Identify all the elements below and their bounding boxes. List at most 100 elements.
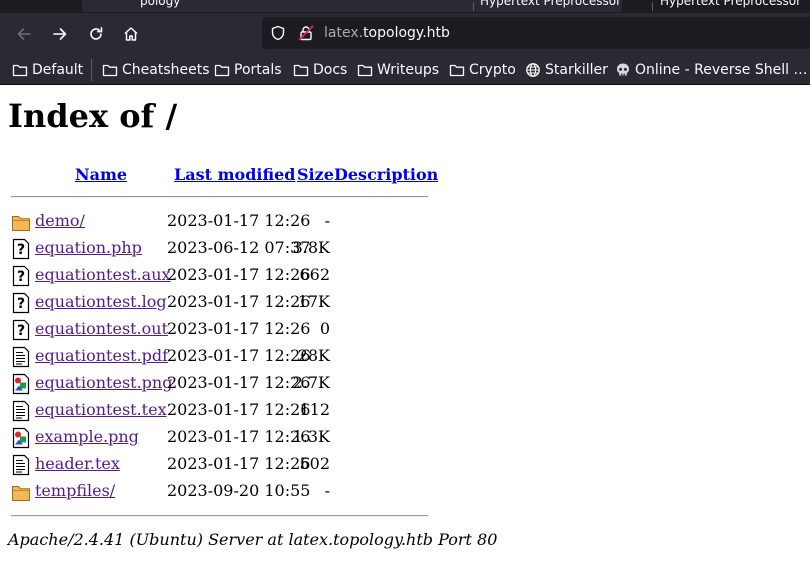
reload-button[interactable]: [84, 22, 108, 46]
table-row: ? equationtest.log 2023-01-17 12:26 17K: [0, 289, 810, 316]
text-file-icon: [11, 346, 31, 368]
column-header-description[interactable]: Description: [334, 165, 438, 185]
file-modified-date: 2023-01-17 12:26: [167, 292, 311, 311]
file-modified-date: 2023-01-17 12:26: [167, 211, 311, 230]
file-size: 28K: [297, 346, 330, 365]
file-link[interactable]: equationtest.out: [35, 319, 168, 339]
file-size: 2.7K: [292, 373, 330, 392]
bookmark-cheatsheets[interactable]: Cheatsheets: [102, 60, 210, 80]
page-content: Index of / Name Last modified Size Descr…: [0, 85, 810, 570]
file-link[interactable]: equationtest.aux: [35, 265, 171, 285]
table-divider-bottom: [11, 515, 428, 517]
bookmark-docs[interactable]: Docs: [293, 60, 347, 80]
reload-icon: [90, 27, 103, 40]
table-row: example.png 2023-01-17 12:26 1.3K: [0, 424, 810, 451]
file-modified-date: 2023-01-17 12:26: [167, 427, 311, 446]
folder-icon: [102, 62, 118, 78]
tab-strip: pology Hypertext Preprocessor Hypertext …: [0, 0, 810, 13]
folder-icon: [12, 62, 28, 78]
unknown-file-icon: ?: [11, 265, 31, 287]
file-link[interactable]: equationtest.log: [35, 292, 167, 312]
column-header-size[interactable]: Size: [297, 165, 334, 185]
bookmark-label: Default: [32, 62, 84, 78]
forward-arrow-icon: [53, 28, 67, 40]
table-row: header.tex 2023-01-17 12:26 502: [0, 451, 810, 478]
file-modified-date: 2023-06-12 07:37: [167, 238, 311, 257]
tab-separator: [652, 2, 653, 11]
text-file-icon: [11, 400, 31, 422]
table-row: equationtest.pdf 2023-01-17 12:26 28K: [0, 343, 810, 370]
tab-separator: [473, 2, 474, 11]
file-modified-date: 2023-01-17 12:26: [167, 400, 311, 419]
server-signature: Apache/2.4.41 (Ubuntu) Server at latex.t…: [8, 530, 498, 549]
folder-icon: [449, 62, 465, 78]
file-link[interactable]: equationtest.png: [35, 373, 172, 393]
file-link[interactable]: equation.php: [35, 238, 142, 258]
navigation-toolbar: latex.topology.htb: [0, 13, 810, 55]
svg-text:?: ?: [17, 323, 25, 339]
text-file-icon: [11, 454, 31, 476]
url-text[interactable]: latex.topology.htb: [324, 23, 450, 43]
folder-icon: [357, 62, 373, 78]
image-file-icon: [11, 427, 31, 449]
bookmark-crypto[interactable]: Crypto: [449, 60, 516, 80]
file-size: 502: [299, 454, 330, 473]
column-header-last-modified[interactable]: Last modified: [174, 165, 295, 185]
forward-button[interactable]: [48, 22, 72, 46]
bookmark-label: Crypto: [469, 62, 516, 78]
table-row: equationtest.tex 2023-01-17 12:26 112: [0, 397, 810, 424]
bookmark-default[interactable]: Default: [12, 60, 83, 80]
bookmark-reverse-shell[interactable]: Online - Reverse Shell …: [615, 60, 807, 80]
file-modified-date: 2023-01-17 12:26: [167, 373, 311, 392]
table-row: ? equation.php 2023-06-12 07:37 3.8K: [0, 235, 810, 262]
bookmark-writeups[interactable]: Writeups: [357, 60, 439, 80]
url-subdomain: latex.: [324, 25, 364, 41]
back-button[interactable]: [12, 22, 36, 46]
table-row: ? equationtest.out 2023-01-17 12:26 0: [0, 316, 810, 343]
bookmark-starkiller[interactable]: Starkiller: [525, 60, 608, 80]
tab-title-fragment[interactable]: Hypertext Preprocessor: [480, 0, 621, 8]
file-modified-date: 2023-01-17 12:26: [167, 265, 311, 284]
address-bar[interactable]: latex.topology.htb: [262, 17, 810, 49]
folder-icon: [293, 62, 309, 78]
svg-text:?: ?: [17, 242, 25, 258]
insecure-lock-icon[interactable]: [298, 25, 314, 41]
tab-title-fragment[interactable]: pology: [140, 0, 180, 8]
bookmark-label: Portals: [234, 62, 282, 78]
bookmark-portals[interactable]: Portals: [214, 60, 282, 80]
file-link[interactable]: example.png: [35, 427, 139, 447]
page-title: Index of /: [8, 97, 178, 135]
file-link[interactable]: equationtest.pdf: [35, 346, 168, 366]
bookmark-label: Writeups: [377, 62, 440, 78]
file-size: 3.8K: [292, 238, 330, 257]
file-size: 17K: [297, 292, 330, 311]
home-icon: [124, 27, 138, 41]
home-button[interactable]: [119, 22, 143, 46]
file-size: -: [324, 211, 330, 230]
folder-icon: [11, 211, 31, 233]
file-link[interactable]: equationtest.tex: [35, 400, 167, 420]
skull-icon: [615, 62, 631, 78]
table-row: equationtest.png 2023-01-17 12:26 2.7K: [0, 370, 810, 397]
file-modified-date: 2023-01-17 12:26: [167, 454, 311, 473]
table-row: ? equationtest.aux 2023-01-17 12:26 662: [0, 262, 810, 289]
file-link[interactable]: tempfiles/: [35, 481, 115, 501]
file-link[interactable]: demo/: [35, 211, 85, 231]
bookmark-label: Online - Reverse Shell …: [635, 62, 808, 78]
bookmark-label: Cheatsheets: [122, 62, 210, 78]
shield-icon[interactable]: [270, 25, 286, 41]
tab-title-fragment[interactable]: Hypertext Preprocessor: [660, 0, 801, 8]
image-file-icon: [11, 373, 31, 395]
file-modified-date: 2023-09-20 10:55: [167, 481, 311, 500]
file-modified-date: 2023-01-17 12:26: [167, 319, 311, 338]
file-size: -: [324, 481, 330, 500]
file-link[interactable]: header.tex: [35, 454, 120, 474]
table-row: demo/2023-01-17 12:26-: [0, 208, 810, 235]
folder-icon: [11, 481, 31, 503]
bookmarks-separator: [91, 59, 92, 81]
svg-text:?: ?: [17, 296, 25, 312]
table-divider-top: [11, 196, 428, 198]
bookmark-label: Starkiller: [545, 62, 608, 78]
column-header-name[interactable]: Name: [75, 165, 127, 185]
globe-icon: [525, 62, 541, 78]
